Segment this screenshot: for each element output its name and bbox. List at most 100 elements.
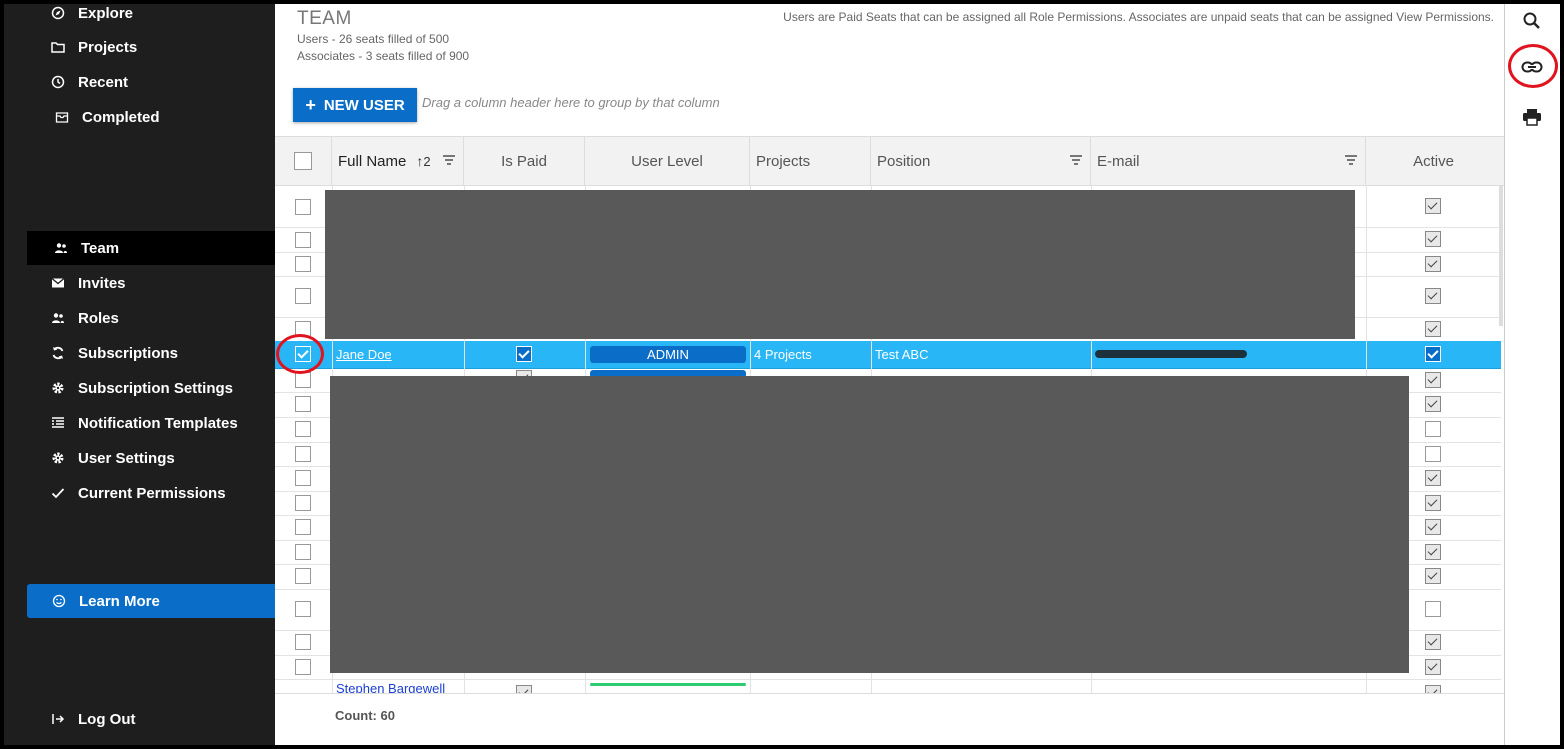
full-name-cell[interactable]: Stephen Bargewell xyxy=(332,675,464,695)
logout-icon xyxy=(48,712,68,726)
sidebar-item-invites[interactable]: Invites xyxy=(4,266,275,300)
row-select-checkbox[interactable] xyxy=(295,659,311,675)
row-select-checkbox[interactable] xyxy=(295,495,311,511)
table-row[interactable]: Stephen Bargewell xyxy=(275,679,1501,694)
sidebar-item-notification-templates[interactable]: Notification Templates xyxy=(4,406,275,440)
full-name-cell[interactable]: Jane Doe xyxy=(332,341,464,367)
sidebar-item-current-permissions[interactable]: Current Permissions xyxy=(4,476,275,510)
group-by-hint: Drag a column header here to group by th… xyxy=(422,95,720,110)
gear-icon xyxy=(48,381,68,395)
projects-cell[interactable]: 4 Projects xyxy=(750,341,871,367)
row-select-checkbox[interactable] xyxy=(295,232,311,248)
row-count: Count: 60 xyxy=(335,708,395,723)
new-user-button[interactable]: + NEW USER xyxy=(293,88,417,122)
active-checkbox[interactable] xyxy=(1425,544,1441,560)
active-checkbox[interactable] xyxy=(1425,396,1441,412)
plus-icon: + xyxy=(305,94,316,115)
column-header-active[interactable]: Active xyxy=(1366,137,1501,185)
active-checkbox[interactable] xyxy=(1425,470,1441,486)
folder-icon xyxy=(48,40,68,54)
row-select-checkbox[interactable] xyxy=(295,199,311,215)
sidebar-item-label: Notification Templates xyxy=(78,414,238,432)
search-icon[interactable] xyxy=(1521,10,1543,32)
learn-more-button[interactable]: Learn More xyxy=(27,584,275,618)
sidebar-item-label: Roles xyxy=(78,309,119,327)
sort-order: 2 xyxy=(423,153,431,169)
list-icon xyxy=(48,416,68,430)
active-checkbox[interactable] xyxy=(1425,321,1441,337)
sidebar-item-subscription-settings[interactable]: Subscription Settings xyxy=(4,371,275,405)
sidebar-item-label: Team xyxy=(81,239,120,257)
active-checkbox[interactable] xyxy=(1425,519,1441,535)
row-select-checkbox[interactable] xyxy=(295,288,311,304)
right-toolbar xyxy=(1504,4,1560,745)
active-checkbox[interactable] xyxy=(1425,346,1441,362)
is-paid-checkbox[interactable] xyxy=(516,346,532,362)
row-select-checkbox[interactable] xyxy=(295,601,311,617)
row-select-checkbox[interactable] xyxy=(295,470,311,486)
active-checkbox[interactable] xyxy=(1425,601,1441,617)
row-select-checkbox[interactable] xyxy=(295,568,311,584)
row-select-checkbox[interactable] xyxy=(295,544,311,560)
full-name-link[interactable]: Jane Doe xyxy=(336,347,392,362)
sync-icon xyxy=(48,346,68,360)
column-header-email[interactable]: E-mail xyxy=(1091,137,1366,185)
active-checkbox[interactable] xyxy=(1425,256,1441,272)
select-all-checkbox[interactable] xyxy=(294,152,312,170)
seats-note: Users are Paid Seats that can be assigne… xyxy=(783,10,1494,24)
active-checkbox[interactable] xyxy=(1425,231,1441,247)
associates-seat-summary: Associates - 3 seats filled of 900 xyxy=(297,49,470,63)
column-header-full-name[interactable]: Full Name ↑ 2 xyxy=(332,137,464,185)
sidebar-item-label: Subscription Settings xyxy=(78,379,234,397)
active-checkbox[interactable] xyxy=(1425,634,1441,650)
clock-icon xyxy=(48,75,68,89)
app-window: Explore Projects Recent Completed Team I… xyxy=(4,4,1560,745)
checkmark-icon xyxy=(48,486,68,500)
active-checkbox[interactable] xyxy=(1425,372,1441,388)
grid-scrollbar[interactable] xyxy=(1499,186,1503,326)
sidebar-item-user-settings[interactable]: User Settings xyxy=(4,441,275,475)
active-checkbox[interactable] xyxy=(1425,568,1441,584)
active-checkbox[interactable] xyxy=(1425,288,1441,304)
sidebar-item-team[interactable]: Team xyxy=(27,231,275,265)
row-select-checkbox[interactable] xyxy=(295,256,311,272)
sidebar-item-recent[interactable]: Recent xyxy=(4,65,275,99)
column-header-projects[interactable]: Projects xyxy=(750,137,871,185)
sidebar-item-completed[interactable]: Completed xyxy=(4,100,275,134)
roles-icon xyxy=(48,311,68,325)
sidebar-item-label: User Settings xyxy=(78,449,175,467)
row-select-checkbox[interactable] xyxy=(295,372,311,388)
archive-icon xyxy=(52,110,72,124)
filter-icon[interactable] xyxy=(1345,155,1357,165)
row-select-checkbox[interactable] xyxy=(295,421,311,437)
row-select-checkbox[interactable] xyxy=(295,446,311,462)
user-level-badge: ADMIN xyxy=(590,346,746,363)
active-checkbox[interactable] xyxy=(1425,446,1441,462)
column-header-position[interactable]: Position xyxy=(871,137,1091,185)
print-icon[interactable] xyxy=(1521,106,1543,128)
sidebar-item-roles[interactable]: Roles xyxy=(4,301,275,335)
log-out-button[interactable]: Log Out xyxy=(4,702,275,736)
column-header-user-level[interactable]: User Level xyxy=(585,137,750,185)
row-select-checkbox[interactable] xyxy=(295,519,311,535)
smiley-icon xyxy=(49,594,69,608)
active-checkbox[interactable] xyxy=(1425,198,1441,214)
filter-icon[interactable] xyxy=(1070,155,1082,165)
sidebar-item-explore[interactable]: Explore xyxy=(4,4,275,30)
active-checkbox[interactable] xyxy=(1425,421,1441,437)
active-checkbox[interactable] xyxy=(1425,495,1441,511)
table-row-selected[interactable]: Jane Doe ADMIN 4 Projects Test ABC xyxy=(275,341,1501,369)
page-title: TEAM xyxy=(297,8,352,29)
column-header-is-paid[interactable]: Is Paid xyxy=(464,137,585,185)
row-select-checkbox[interactable] xyxy=(295,396,311,412)
active-checkbox[interactable] xyxy=(1425,659,1441,675)
sidebar-item-label: Completed xyxy=(82,108,160,126)
row-select-checkbox[interactable] xyxy=(295,634,311,650)
sort-ascending-icon: ↑ xyxy=(416,153,424,169)
sidebar-item-projects[interactable]: Projects xyxy=(4,30,275,64)
learn-more-label: Learn More xyxy=(79,592,160,610)
full-name-link[interactable]: Stephen Bargewell xyxy=(336,681,445,695)
filter-icon[interactable] xyxy=(443,155,455,165)
column-label: Position xyxy=(877,152,931,170)
sidebar-item-subscriptions[interactable]: Subscriptions xyxy=(4,336,275,370)
